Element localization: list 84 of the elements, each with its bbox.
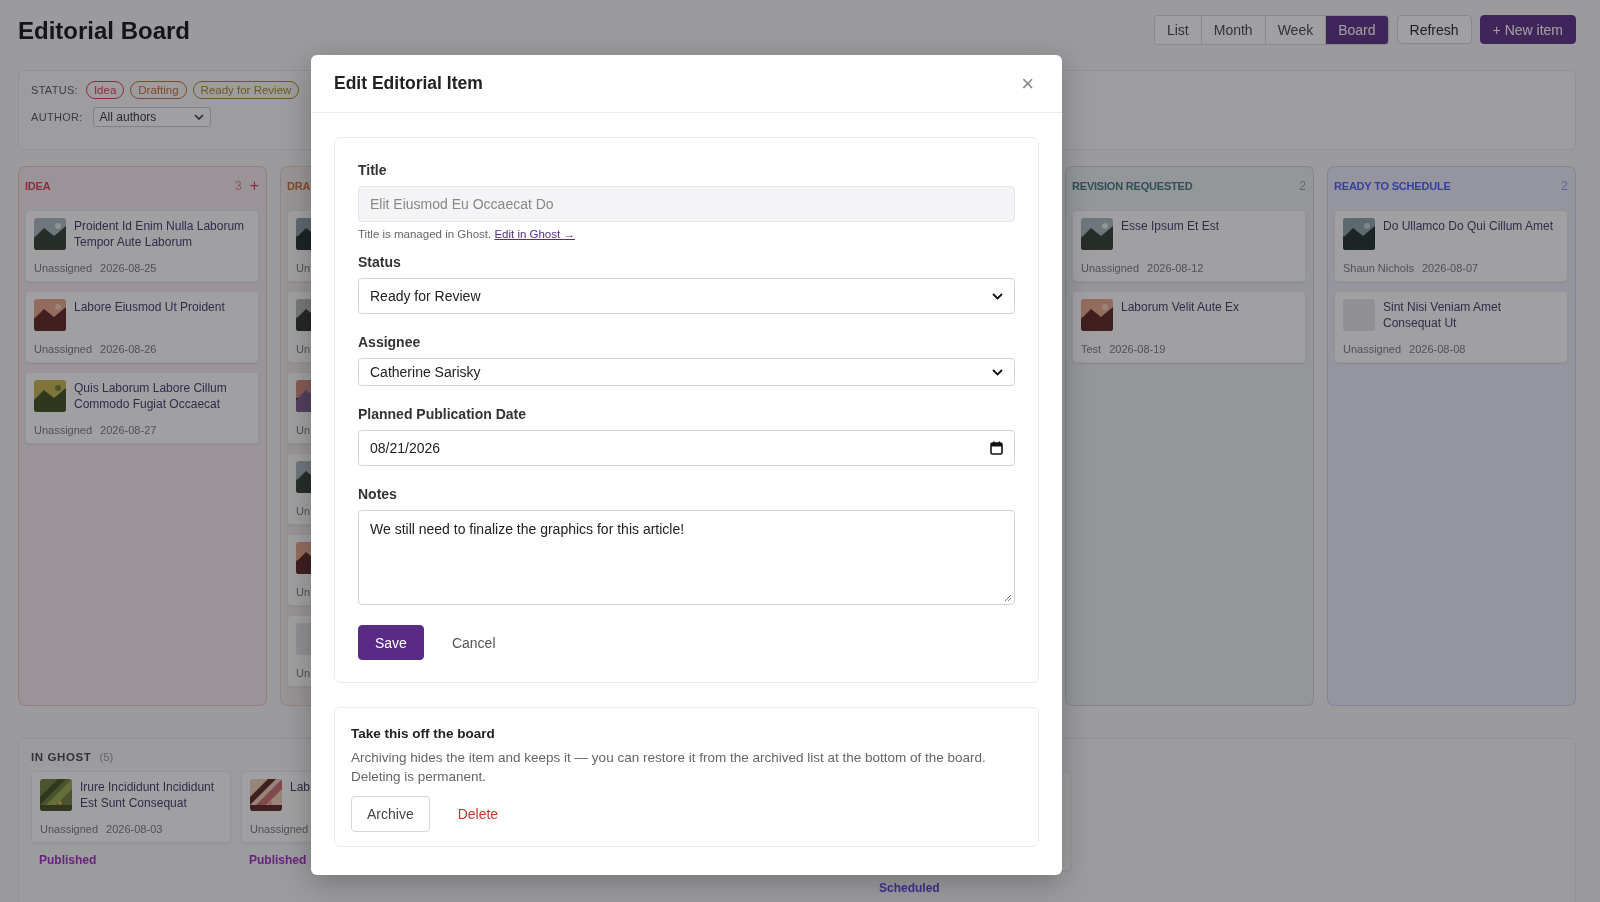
item-assignee: Unassigned — [34, 343, 93, 355]
delete-button[interactable]: Delete — [445, 806, 511, 822]
calendar-icon — [990, 441, 1003, 455]
item-card[interactable]: Quis Laborum Labore Cillum Commodo Fugiat Occaecat Unassigned 2026-08-27 — [25, 372, 259, 444]
field-label: Notes — [358, 486, 398, 502]
view-tab[interactable]: Board — [1326, 15, 1388, 44]
item-date: 2026-08-12 — [1147, 262, 1204, 274]
column-title: DRA — [287, 180, 311, 192]
item-count: (5) — [99, 751, 114, 763]
item-date: 2026-08-27 — [100, 424, 157, 436]
item-title: Irure Incididunt Incididunt Est Sunt Consequat — [80, 779, 216, 811]
item-assignee: Unassigned — [1081, 262, 1140, 274]
publish-status: Scheduled — [879, 881, 940, 895]
field-label: Status — [358, 254, 402, 270]
chevron-icon — [193, 114, 204, 120]
archive-explanation: Archiving hides the item and keeps it — you can restore it from the archived list at the bottom of the board. Deleting is permanent. — [351, 749, 987, 786]
item-title: Do Ullamco Do Qui Cillum Amet — [1383, 218, 1554, 234]
item-title: Proident Id Enim Nulla Laborum Tempor Aute Laborum — [74, 218, 246, 250]
item-date: 2026-08-26 — [100, 343, 157, 355]
item-assignee: Un — [296, 262, 311, 274]
field-label: Title — [358, 162, 388, 178]
item-assignee: Test — [1081, 343, 1102, 355]
item-assignee: Shaun Nichols — [1343, 262, 1414, 274]
section-title: Take this off the board — [351, 726, 495, 741]
archive-button[interactable]: Archive — [351, 796, 430, 832]
item-count: 2 — [1299, 179, 1306, 193]
select-field[interactable]: Ready for Review — [358, 278, 1015, 314]
item-title: Labore Eiusmod Ut Proident — [74, 299, 225, 315]
item-count: 3 — [234, 179, 242, 193]
section-title: IN GHOST — [31, 751, 92, 763]
item-assignee: Unassigned — [250, 823, 309, 835]
page-title: Editorial Board — [18, 17, 191, 45]
item-assignee: Un — [296, 343, 311, 355]
view-tab[interactable]: List — [1154, 15, 1202, 44]
item-card[interactable]: Proident Id Enim Nulla Laborum Tempor Aute Laborum Unassigned 2026-08-25 — [25, 210, 259, 282]
save-button[interactable]: Save — [358, 625, 424, 660]
add-item-button[interactable]: + — [249, 178, 259, 194]
item-date: 2026-08-07 — [1421, 262, 1479, 274]
refresh-button[interactable]: Refresh — [1396, 15, 1472, 44]
item-assignee: Un — [296, 424, 311, 436]
author-select[interactable]: All authors — [92, 107, 211, 127]
item-card[interactable]: Esse Ipsum Et Est Unassigned 2026-08-12 — [1072, 210, 1306, 282]
column-title: IDEA — [25, 180, 51, 192]
chevron-icon — [992, 292, 1003, 300]
item-date: 2026-08-08 — [1409, 343, 1466, 355]
item-card[interactable]: Labore Eiusmod Ut Proident Unassigned 2026-08-26 — [25, 291, 259, 363]
column-title: REVISION REQUESTED — [1072, 180, 1193, 192]
author-filter-label: AUTHOR: — [31, 111, 83, 123]
select-field[interactable]: Catherine Sarisky — [358, 358, 1015, 386]
item-title: Quis Laborum Labore Cillum Commodo Fugiat Occaecat — [74, 380, 228, 412]
item-title: Laborum Velit Aute Ex — [1121, 299, 1240, 315]
close-button[interactable]: × — [1017, 72, 1038, 95]
new-item-button[interactable]: + New item — [1479, 15, 1576, 44]
item-count: 2 — [1561, 179, 1568, 193]
dialog-title: Edit Editorial Item — [334, 73, 483, 94]
item-title: Esse Ipsum Et Est — [1121, 218, 1220, 234]
item-assignee: Un — [296, 586, 311, 598]
cancel-button[interactable]: Cancel — [439, 634, 508, 651]
status-filter-label: STATUS: — [31, 84, 78, 96]
resize-handle-icon[interactable] — [1004, 594, 1012, 602]
item-date: 2026-08-03 — [106, 823, 163, 835]
chevron-icon — [992, 368, 1003, 376]
field-label: Planned Publication Date — [358, 406, 528, 422]
notes-field[interactable]: We still need to finalize the graphics for this article! — [358, 510, 1015, 605]
item-date: 2026-08-19 — [1109, 343, 1166, 355]
column-title: READY TO SCHEDULE — [1334, 180, 1451, 192]
publish-status: Published — [249, 853, 307, 867]
item-date: 2026-08-25 — [100, 262, 157, 274]
item-assignee: Unassigned — [34, 262, 93, 274]
item-card[interactable]: Sint Nisi Veniam Amet Consequat Ut Unassigned 2026-08-08 — [1334, 291, 1568, 363]
field-label: Assignee — [358, 334, 422, 350]
item-assignee: Unassigned — [1343, 343, 1402, 355]
item-assignee: Un — [296, 667, 311, 679]
item-card[interactable]: Laborum Velit Aute Ex Test 2026-08-19 — [1072, 291, 1306, 363]
date-field[interactable]: 08/21/2026 — [358, 430, 1015, 466]
item-assignee: Un — [296, 505, 311, 517]
item-card[interactable]: Irure Incididunt Incididunt Est Sunt Consequat Unassigned 2026-08-03 — [31, 771, 231, 843]
item-card[interactable]: Do Ullamco Do Qui Cillum Amet Shaun Nichols 2026-08-07 — [1334, 210, 1568, 282]
publish-status: Published — [39, 853, 97, 867]
hint-text: Title is managed in Ghost. Edit in Ghost → — [358, 228, 576, 240]
item-assignee: Unassigned — [40, 823, 99, 835]
item-assignee: Unassigned — [34, 424, 93, 436]
item-title: Sint Nisi Veniam Amet Consequat Ut — [1383, 299, 1503, 331]
item-title: Lab — [290, 779, 311, 795]
